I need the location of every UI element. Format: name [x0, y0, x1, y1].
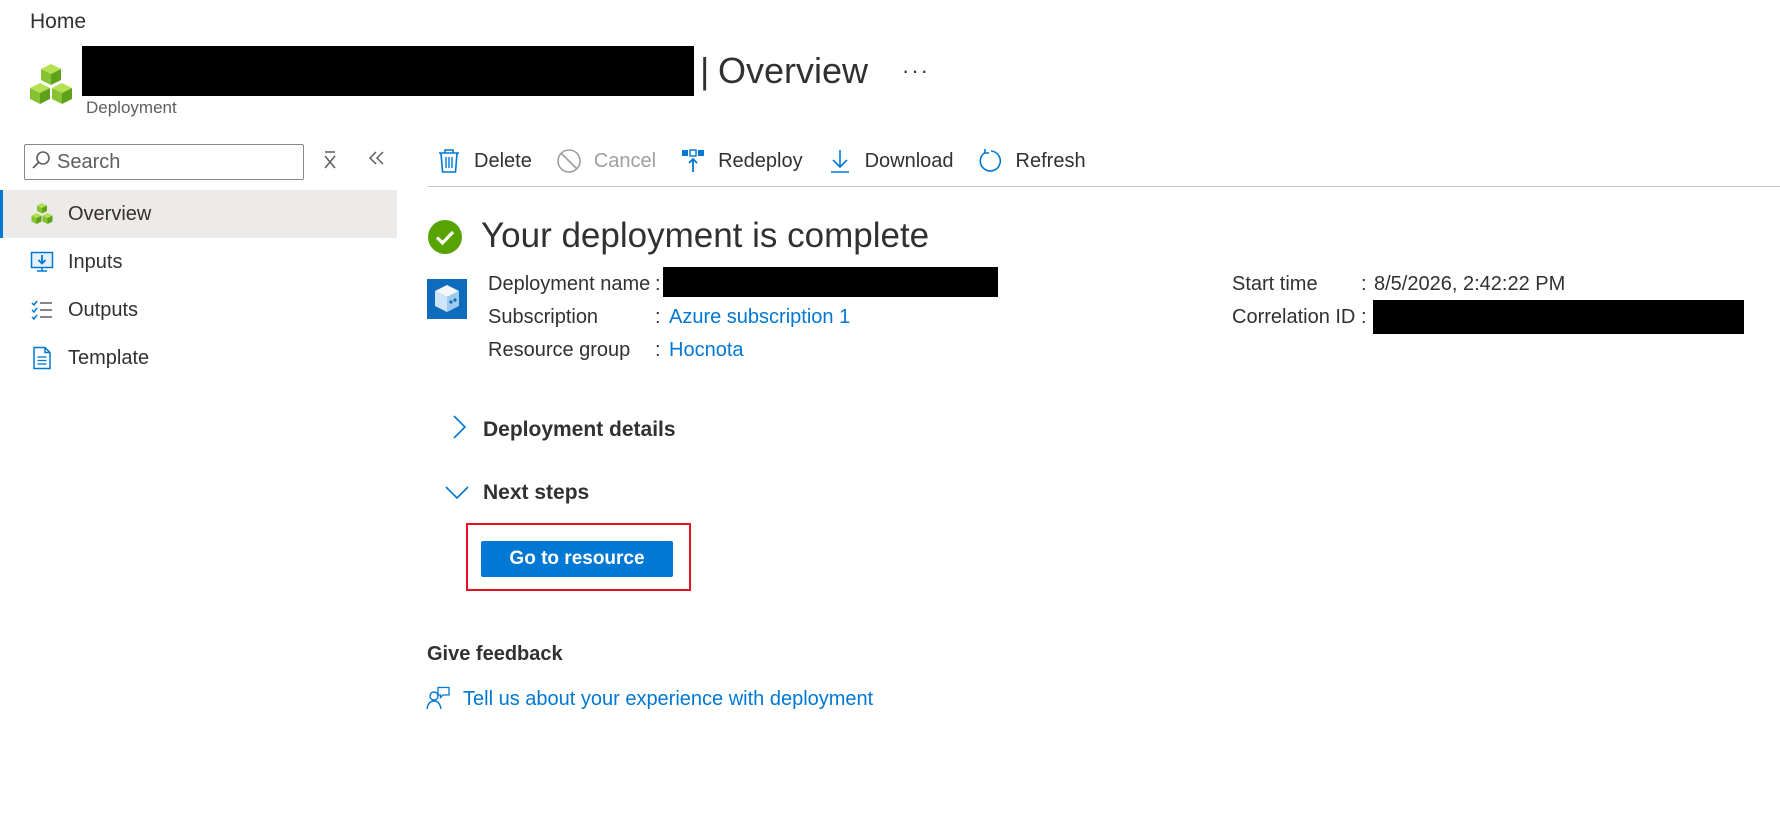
delete-button[interactable]: Delete	[436, 142, 532, 180]
sidebar-item-outputs[interactable]: Outputs	[0, 286, 397, 334]
trash-icon	[436, 148, 462, 174]
resource-group-link[interactable]: Hocnota	[669, 339, 744, 362]
page-title: Overview	[718, 50, 869, 91]
next-steps-toggle[interactable]	[444, 480, 470, 511]
search-input[interactable]	[57, 150, 287, 174]
toolbar-divider	[428, 186, 1780, 187]
monitor-download-icon	[30, 250, 54, 274]
command-bar: Delete Cancel Redeploy Download Refresh	[436, 142, 1110, 180]
download-button[interactable]: Download	[827, 142, 954, 180]
redacted-correlation-id	[1373, 300, 1744, 334]
collapse-sidebar-button[interactable]	[362, 146, 390, 176]
subscription-label: Subscription	[488, 306, 599, 328]
deployment-resource-icon	[427, 279, 467, 319]
redeploy-icon	[680, 148, 706, 174]
sidebar-item-label: Outputs	[68, 298, 139, 321]
feedback-heading: Give feedback	[427, 643, 563, 665]
deployment-status-title: Your deployment is complete	[481, 216, 930, 255]
correlation-id-colon: :	[1361, 306, 1367, 328]
feedback-link[interactable]: Tell us about your experience with deplo…	[463, 688, 873, 711]
sidebar-item-label: Inputs	[68, 250, 123, 273]
sidebar-item-label: Template	[68, 346, 150, 369]
redeploy-button[interactable]: Redeploy	[680, 142, 803, 180]
correlation-id-label: Correlation ID	[1232, 306, 1356, 328]
redacted-deployment-title	[82, 46, 694, 96]
redacted-deployment-name	[663, 267, 998, 297]
deployment-name-label: Deployment name	[488, 273, 651, 295]
feedback-person-icon	[426, 686, 450, 710]
refresh-label: Refresh	[1015, 149, 1086, 172]
cubes-icon	[30, 202, 54, 226]
next-steps-heading[interactable]: Next steps	[483, 481, 589, 505]
subscription-colon: :	[655, 306, 661, 328]
cancel-label: Cancel	[593, 149, 657, 172]
sidebar-item-inputs[interactable]: Inputs	[0, 238, 397, 286]
deployment-details-toggle[interactable]	[446, 414, 472, 445]
double-chevron-left-icon	[368, 151, 384, 165]
chevron-down-icon	[445, 486, 469, 500]
chevron-right-icon	[453, 415, 467, 439]
sidebar-item-overview[interactable]: Overview	[0, 190, 397, 238]
title-separator: |	[700, 50, 710, 91]
delete-label: Delete	[474, 149, 532, 172]
page-subtitle: Deployment	[86, 98, 177, 117]
search-icon	[31, 150, 51, 175]
sidebar-item-label: Overview	[68, 202, 152, 225]
sidebar-item-template[interactable]: Template	[0, 334, 397, 382]
success-check-icon	[428, 220, 462, 254]
sidebar-search[interactable]	[24, 144, 304, 180]
deployment-name-colon: :	[655, 273, 661, 295]
refresh-icon	[978, 148, 1004, 174]
refresh-button[interactable]: Refresh	[978, 142, 1086, 180]
start-time-colon: :	[1361, 273, 1367, 295]
document-icon	[30, 346, 54, 370]
sidebar-nav: Overview Inputs Outputs Template	[0, 190, 397, 382]
breadcrumb-home[interactable]: Home	[30, 10, 86, 34]
resource-group-colon: :	[655, 339, 661, 361]
download-label: Download	[864, 149, 954, 172]
cancel-icon	[556, 148, 582, 174]
start-time-label: Start time	[1232, 273, 1318, 295]
redeploy-label: Redeploy	[718, 149, 803, 172]
resource-group-label: Resource group	[488, 339, 631, 361]
cancel-button[interactable]: Cancel	[556, 142, 656, 180]
deployment-cubes-icon	[28, 62, 74, 108]
deployment-details-heading[interactable]: Deployment details	[483, 418, 676, 442]
clear-filter-button[interactable]	[318, 148, 342, 176]
clear-icon	[324, 151, 336, 169]
more-options-button[interactable]: ···	[902, 58, 930, 84]
checklist-icon	[30, 298, 54, 322]
download-icon	[827, 148, 853, 174]
subscription-link[interactable]: Azure subscription 1	[669, 306, 850, 329]
go-to-resource-button[interactable]: Go to resource	[481, 541, 673, 577]
start-time-value: 8/5/2026, 2:42:22 PM	[1374, 273, 1566, 295]
